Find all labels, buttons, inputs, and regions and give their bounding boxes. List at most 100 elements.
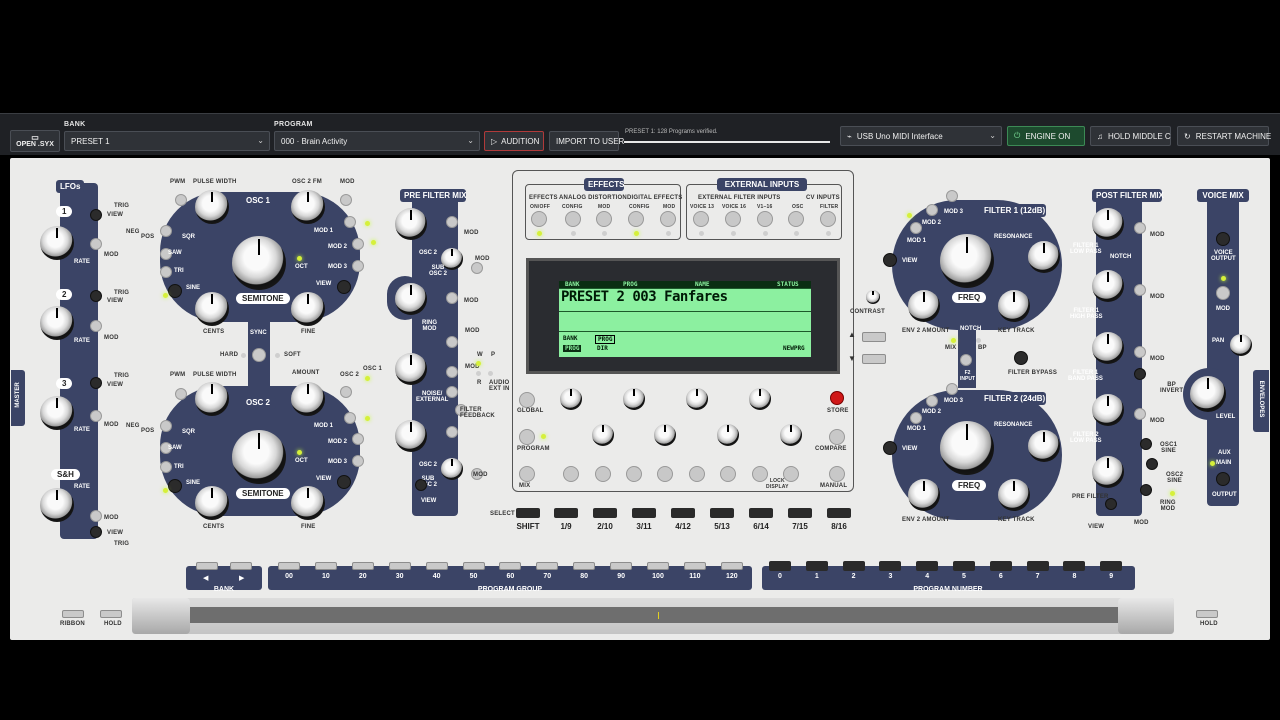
- analog-config-button[interactable]: [565, 211, 581, 227]
- program-group-button[interactable]: [683, 562, 706, 570]
- param-knob-3[interactable]: [623, 388, 645, 410]
- filter2-mod3-jack[interactable]: [946, 383, 958, 395]
- compare-button[interactable]: [829, 429, 845, 445]
- program-group-button[interactable]: [610, 562, 633, 570]
- lfo2-mod-jack[interactable]: [90, 320, 102, 332]
- audition-button[interactable]: ▷ AUDITION: [484, 131, 544, 151]
- ribbon-button[interactable]: [62, 610, 84, 618]
- post-prefilter-knob[interactable]: [1092, 456, 1124, 488]
- program-number-button[interactable]: [805, 561, 828, 571]
- ext-voice13-button[interactable]: [693, 211, 709, 227]
- osc1-cents-knob[interactable]: [195, 292, 229, 326]
- lfo1-mod-jack[interactable]: [90, 238, 102, 250]
- post-mod1-jack[interactable]: [1134, 222, 1146, 234]
- param-knob-4[interactable]: [654, 424, 676, 446]
- manual-button[interactable]: [829, 466, 845, 482]
- param-knob-8[interactable]: [780, 424, 802, 446]
- param-knob-1[interactable]: [560, 388, 582, 410]
- post-mod3-jack[interactable]: [1134, 346, 1146, 358]
- osc1-pwm-jack[interactable]: [175, 194, 187, 206]
- lfo1-rate-knob[interactable]: [40, 226, 74, 260]
- program-group-button[interactable]: [647, 562, 669, 570]
- prefilter-mod1-jack[interactable]: [446, 216, 458, 228]
- osc2-tri-jack[interactable]: [160, 461, 172, 473]
- post-mod4-jack[interactable]: [1134, 408, 1146, 420]
- select-1-button[interactable]: [554, 508, 578, 518]
- ribbon-controller[interactable]: [132, 598, 1174, 634]
- select-5-button[interactable]: [710, 508, 734, 518]
- import-to-user-button[interactable]: IMPORT TO USER: [549, 131, 624, 151]
- osc1-tri-jack[interactable]: [160, 266, 172, 278]
- digital-mod-button[interactable]: [660, 211, 676, 227]
- program-number-button[interactable]: [1100, 561, 1123, 571]
- filter2-view-jack[interactable]: [883, 441, 897, 455]
- lfo3-number[interactable]: 3: [56, 378, 73, 389]
- osc2-cents-knob[interactable]: [195, 486, 229, 520]
- filter1-resonance-knob[interactable]: [1028, 241, 1060, 273]
- osc1-semitone-knob[interactable]: [232, 236, 286, 290]
- osc2-semitone-knob[interactable]: [232, 430, 286, 484]
- param-knob-2[interactable]: [592, 424, 614, 446]
- post-osc1-sine-jack[interactable]: [1140, 438, 1152, 450]
- param-button-2[interactable]: [595, 466, 611, 482]
- midi-interface-select[interactable]: ⌁ USB Uno MIDI Interface ⌄: [840, 126, 1002, 146]
- osc2-mod2-jack[interactable]: [352, 433, 364, 445]
- filter2-mod2-jack[interactable]: [926, 395, 938, 407]
- voicemix-output-jack[interactable]: [1216, 472, 1230, 486]
- sync-switch[interactable]: [252, 348, 266, 362]
- select-2-button[interactable]: [593, 508, 617, 518]
- mix-button[interactable]: [519, 466, 535, 482]
- program-select[interactable]: 000 · Brain Activity ⌄: [274, 131, 480, 151]
- filter1-view-jack[interactable]: [883, 253, 897, 267]
- post-view-jack[interactable]: [1105, 498, 1117, 510]
- osc1-fine-knob[interactable]: [291, 292, 325, 326]
- param-button-6[interactable]: [720, 466, 736, 482]
- sh-label[interactable]: S&H: [51, 469, 80, 480]
- osc1-mod1-jack[interactable]: [344, 216, 356, 228]
- nav-up-button[interactable]: [862, 332, 886, 342]
- program-group-button[interactable]: [314, 562, 337, 570]
- lfo3-trig-jack[interactable]: [90, 377, 102, 389]
- ext-v116-button[interactable]: [757, 211, 773, 227]
- hold-left-button[interactable]: [100, 610, 122, 618]
- bank-left-arrow-icon[interactable]: ◀: [203, 574, 208, 582]
- prefilter-sub-osc2b-knob[interactable]: [441, 458, 463, 480]
- osc2-fine-knob[interactable]: [291, 486, 325, 520]
- post-bpinvert-jack[interactable]: [1134, 368, 1146, 380]
- nav-down-button[interactable]: [862, 354, 886, 364]
- filter2-freq-knob[interactable]: [940, 421, 994, 475]
- pan-knob[interactable]: [1230, 334, 1252, 356]
- up-arrow-icon[interactable]: ▲: [848, 330, 856, 339]
- analog-mod-button[interactable]: [596, 211, 612, 227]
- post-f1lp-knob[interactable]: [1092, 208, 1124, 240]
- envelopes-tab[interactable]: ENVELOPES: [1253, 370, 1269, 432]
- osc2-view-jack[interactable]: [337, 475, 351, 489]
- osc2-mod1-jack[interactable]: [344, 412, 356, 424]
- osc2-pulse-width-knob[interactable]: [195, 382, 229, 416]
- program-group-button[interactable]: [573, 562, 596, 570]
- prefilter-view-jack[interactable]: [415, 479, 427, 491]
- lfo2-rate-knob[interactable]: [40, 306, 74, 340]
- param-knob-5[interactable]: [686, 388, 708, 410]
- lfo1-number[interactable]: 1: [56, 206, 73, 217]
- program-group-button[interactable]: [499, 562, 522, 570]
- filter-bypass-button[interactable]: [1014, 351, 1028, 365]
- osc1-sine-jack[interactable]: [168, 284, 182, 298]
- engine-on-button[interactable]: ⏻ ENGINE ON: [1007, 126, 1085, 146]
- prefilter-mod6-jack[interactable]: [446, 386, 458, 398]
- post-f1bp-knob[interactable]: [1092, 332, 1124, 364]
- bank-next-button[interactable]: [230, 562, 252, 570]
- voicemix-mod-jack[interactable]: [1216, 286, 1230, 300]
- param-knob-7[interactable]: [749, 388, 771, 410]
- filter1-key-track-knob[interactable]: [998, 290, 1030, 322]
- osc1-mod2-jack[interactable]: [352, 238, 364, 250]
- post-osc2-sine-jack[interactable]: [1146, 458, 1158, 470]
- effects-onoff-button[interactable]: [531, 211, 547, 227]
- filter2-env2-knob[interactable]: [908, 479, 940, 511]
- program-group-button[interactable]: [388, 562, 411, 570]
- ext-cv-filter-button[interactable]: [820, 211, 836, 227]
- select-4-button[interactable]: [671, 508, 695, 518]
- post-f2lp-knob[interactable]: [1092, 394, 1124, 426]
- param-button-5[interactable]: [689, 466, 705, 482]
- filter2-key-track-knob[interactable]: [998, 479, 1030, 511]
